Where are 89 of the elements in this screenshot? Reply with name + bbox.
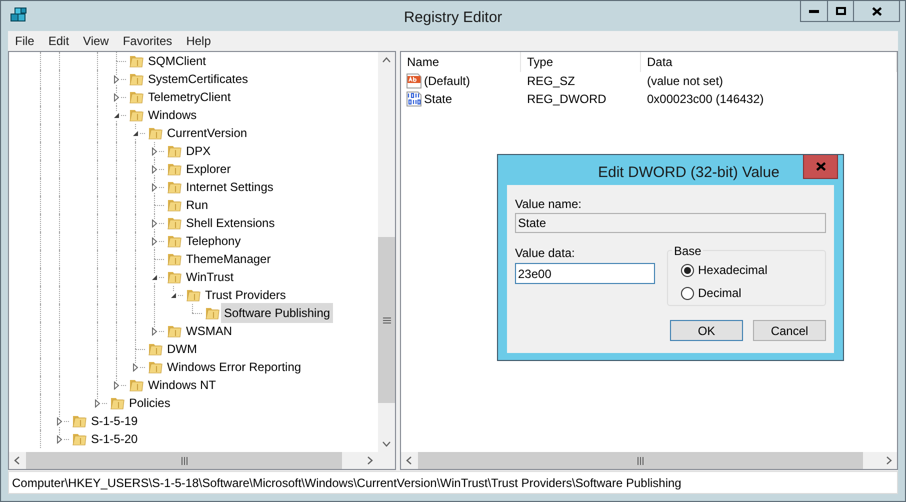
close-button[interactable] [854, 1, 900, 22]
tree-item[interactable]: Explorer [183, 159, 234, 179]
tree-item[interactable]: Windows [145, 105, 200, 125]
value-type: REG_SZ [526, 73, 576, 90]
tree-item[interactable]: DPX [183, 141, 214, 161]
radio-button[interactable] [681, 264, 694, 276]
folder-icon [71, 413, 87, 429]
folder-icon [204, 305, 220, 321]
column-header[interactable]: Name [401, 52, 521, 72]
tree-item[interactable]: Windows NT [145, 375, 220, 395]
minimize-button[interactable] [800, 1, 828, 22]
scroll-left-icon[interactable] [14, 456, 20, 465]
dialog-button[interactable]: OK [670, 320, 743, 341]
grip-icon [382, 316, 390, 324]
close-icon [816, 162, 826, 171]
folder-icon [166, 323, 182, 339]
menu-item[interactable]: Favorites [122, 32, 172, 50]
folder-icon [147, 341, 163, 357]
tree-item[interactable]: SystemCertificates [145, 69, 252, 89]
folder-icon [128, 377, 144, 393]
status-bar: Computer\HKEY_USERS\S-1-5-18\Software\Microsoft\Windows\CurrentVersion\WinTrust\Trust Providers\Software Publishing [8, 471, 898, 494]
scroll-right-icon[interactable] [367, 456, 373, 465]
binary-value-icon [406, 91, 422, 107]
scroll-right-icon[interactable] [886, 456, 892, 465]
folder-icon [166, 197, 182, 213]
folder-icon [166, 161, 182, 177]
vertical-scrollbar[interactable] [378, 52, 395, 452]
menu-item[interactable]: File [15, 32, 34, 50]
folder-icon [128, 107, 144, 123]
folder-icon [166, 215, 182, 231]
folder-icon [128, 53, 144, 69]
scroll-left-icon[interactable] [406, 456, 412, 465]
value-name[interactable]: (Default) [424, 72, 470, 90]
tree-item[interactable]: S-1-5-20 [88, 429, 141, 449]
tree-item[interactable]: SQMClient [145, 52, 210, 71]
folder-icon [128, 89, 144, 105]
tree-item[interactable]: Telephony [183, 231, 244, 251]
string-value-icon [406, 73, 422, 89]
folder-icon [166, 143, 182, 159]
tree-item[interactable]: Policies [126, 393, 174, 413]
value-data-field[interactable]: 23e00 [515, 263, 655, 284]
value-data: (value not set) [646, 73, 724, 90]
folder-icon [109, 395, 125, 411]
tree-item[interactable]: DWM [164, 339, 200, 359]
value-name[interactable]: State [424, 90, 452, 108]
folder-icon [147, 125, 163, 141]
folder-icon [71, 431, 87, 447]
tree-item[interactable]: Internet Settings [183, 177, 276, 197]
tree-item[interactable]: Software Publishing [221, 303, 334, 323]
folder-icon [166, 233, 182, 249]
folder-icon [166, 269, 182, 285]
folder-icon [128, 71, 144, 87]
folder-icon [147, 359, 163, 375]
column-header[interactable]: Data [641, 52, 897, 72]
close-icon [872, 6, 882, 16]
field-label: Value name: [515, 196, 582, 210]
tree-item[interactable]: Trust Providers [202, 285, 289, 305]
folder-icon [185, 287, 201, 303]
tree-item[interactable]: ThemeManager [183, 249, 274, 269]
tree-item[interactable]: TelemetryClient [145, 87, 234, 107]
scroll-down-icon[interactable] [382, 441, 391, 447]
value-data: 0x00023c00 (146432) [646, 91, 765, 108]
value-name-field: State [515, 213, 826, 233]
tree-item[interactable]: S-1-5-19 [88, 411, 141, 431]
scrollbar-thumb[interactable] [378, 237, 395, 403]
folder-icon [166, 179, 182, 195]
tree-item[interactable]: WinTrust [183, 267, 237, 287]
dialog-button[interactable]: Cancel [753, 320, 826, 341]
tree-item[interactable]: Shell Extensions [183, 213, 278, 233]
tree-item[interactable]: CurrentVersion [164, 123, 250, 143]
value-type: REG_DWORD [526, 91, 608, 108]
column-header[interactable]: Type [521, 52, 641, 72]
tree-item[interactable]: Run [183, 195, 212, 215]
scroll-up-icon[interactable] [382, 57, 391, 63]
dialog-title: Edit DWORD (32-bit) Value [598, 163, 780, 183]
radio-label[interactable]: Hexadecimal [698, 261, 768, 279]
maximize-button[interactable] [828, 1, 854, 22]
radio-label[interactable]: Decimal [698, 284, 742, 302]
window-title: Registry Editor [404, 8, 502, 28]
grip-icon [180, 456, 188, 464]
folder-icon [166, 251, 182, 267]
radio-button[interactable] [681, 286, 694, 300]
field-label: Value data: [515, 245, 576, 259]
menu-item[interactable]: Edit [48, 32, 70, 50]
menu-item[interactable]: View [83, 32, 109, 50]
tree-item[interactable]: WSMAN [183, 321, 235, 341]
menu-item[interactable]: Help [186, 32, 211, 50]
tree-item[interactable]: Windows Error Reporting [164, 357, 304, 377]
grip-icon [637, 456, 644, 464]
